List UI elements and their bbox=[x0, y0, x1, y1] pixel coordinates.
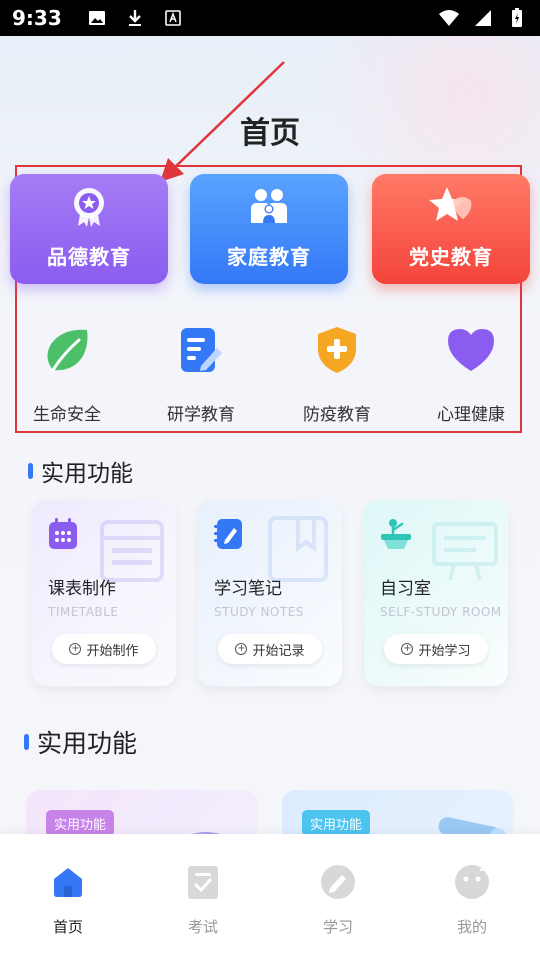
category-item-mental-health[interactable]: 心理健康 bbox=[416, 324, 526, 425]
function-card-title: 课表制作 bbox=[48, 579, 116, 599]
nav-label: 学习 bbox=[322, 918, 353, 936]
category-item-study-tour[interactable]: 研学教育 bbox=[146, 324, 256, 425]
section-title-practical: 实用功能 bbox=[28, 454, 133, 488]
calendar-icon bbox=[48, 518, 160, 552]
button-label: 开始制作 bbox=[86, 643, 139, 659]
nav-item-study[interactable]: 学习 bbox=[288, 862, 388, 937]
function-card-study-notes[interactable]: 学习笔记 STUDY NOTES + 开始记录 bbox=[198, 500, 342, 686]
wifi-icon bbox=[438, 7, 460, 29]
star-flag-icon bbox=[427, 185, 475, 233]
function-card-title: 学习笔记 bbox=[214, 579, 282, 599]
category-card-label: 家庭教育 bbox=[227, 245, 311, 269]
function-card-subtitle: SELF-STUDY ROOM bbox=[380, 605, 502, 619]
nav-label: 我的 bbox=[456, 918, 487, 936]
home-icon bbox=[51, 862, 85, 902]
bottom-nav: 首页 考试 学习 我的 bbox=[0, 834, 540, 960]
category-item-life-safety[interactable]: 生命安全 bbox=[12, 324, 122, 425]
category-card-family[interactable]: 家庭教育 bbox=[190, 174, 348, 284]
study-icon bbox=[320, 862, 356, 902]
battery-icon bbox=[506, 7, 528, 29]
a-icon bbox=[162, 7, 184, 29]
signal-icon bbox=[472, 7, 494, 29]
section-title-bar bbox=[24, 734, 29, 750]
nav-label: 首页 bbox=[52, 918, 83, 936]
button-label: 开始学习 bbox=[418, 643, 471, 659]
section-title-bar bbox=[28, 463, 33, 479]
heart-icon bbox=[446, 324, 496, 376]
promo-tag: 实用功能 bbox=[302, 810, 371, 836]
nav-item-profile[interactable]: 我的 bbox=[422, 862, 522, 937]
shield-plus-icon bbox=[314, 324, 360, 376]
notes-pen-icon bbox=[177, 324, 225, 376]
category-item-label: 研学教育 bbox=[167, 405, 235, 425]
medal-icon bbox=[67, 185, 111, 233]
button-label: 开始记录 bbox=[252, 643, 305, 659]
nav-item-home[interactable]: 首页 bbox=[18, 862, 118, 937]
profile-icon bbox=[454, 862, 490, 902]
exam-icon bbox=[187, 862, 219, 902]
function-card-subtitle: TIMETABLE bbox=[48, 605, 119, 619]
category-card-moral[interactable]: 品德教育 bbox=[10, 174, 168, 284]
category-card-label: 品德教育 bbox=[47, 245, 131, 269]
image-icon bbox=[86, 7, 108, 29]
start-timetable-button[interactable]: + 开始制作 bbox=[52, 634, 156, 664]
notebook-icon bbox=[214, 518, 326, 552]
section-title-text: 实用功能 bbox=[37, 729, 138, 758]
plus-circle-icon: + bbox=[235, 643, 248, 655]
category-card-label: 党史教育 bbox=[409, 245, 493, 269]
function-card-title: 自习室 bbox=[380, 579, 431, 599]
category-card-party-history[interactable]: 党史教育 bbox=[372, 174, 530, 284]
category-item-label: 生命安全 bbox=[33, 405, 101, 425]
promo-tag: 实用功能 bbox=[46, 810, 115, 836]
function-card-self-study-room[interactable]: 自习室 SELF-STUDY ROOM + 开始学习 bbox=[364, 500, 508, 686]
plus-circle-icon: + bbox=[69, 643, 82, 655]
function-card-subtitle: STUDY NOTES bbox=[214, 605, 304, 619]
plus-circle-icon: + bbox=[401, 643, 414, 655]
category-item-label: 防疫教育 bbox=[303, 405, 371, 425]
status-time: 9:33 bbox=[12, 6, 62, 30]
status-bar: 9:33 bbox=[0, 0, 540, 36]
category-item-epidemic[interactable]: 防疫教育 bbox=[282, 324, 392, 425]
start-notes-button[interactable]: + 开始记录 bbox=[218, 634, 322, 664]
download-icon bbox=[124, 7, 146, 29]
family-icon bbox=[247, 185, 291, 233]
nav-label: 考试 bbox=[187, 918, 218, 936]
start-study-button[interactable]: + 开始学习 bbox=[384, 634, 488, 664]
section-title-practical-2: 实用功能 bbox=[24, 724, 137, 760]
desk-lamp-icon bbox=[380, 518, 492, 552]
section-title-text: 实用功能 bbox=[41, 461, 133, 487]
category-item-label: 心理健康 bbox=[437, 405, 505, 425]
function-card-timetable[interactable]: 课表制作 TIMETABLE + 开始制作 bbox=[32, 500, 176, 686]
leaf-icon bbox=[43, 324, 91, 376]
nav-item-exam[interactable]: 考试 bbox=[153, 862, 253, 937]
